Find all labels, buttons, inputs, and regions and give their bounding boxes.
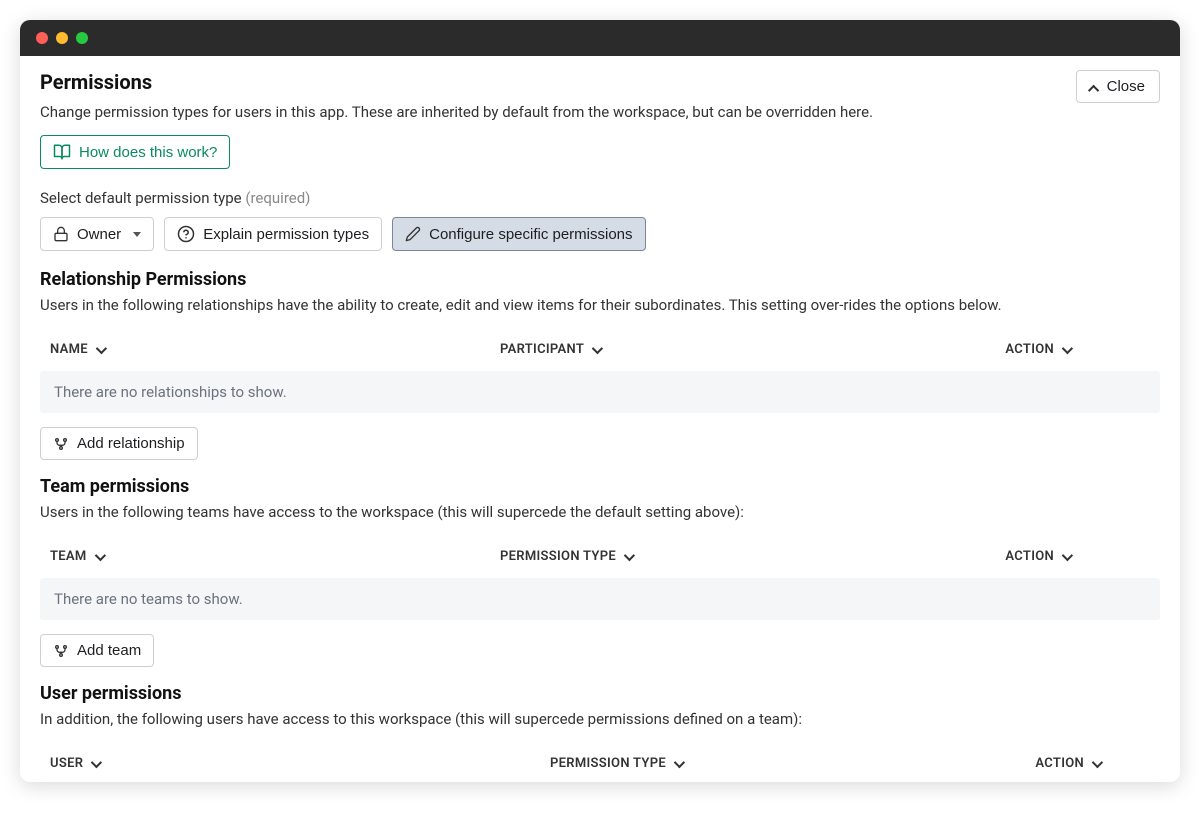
- team-col-action-label: ACTION: [1005, 549, 1054, 564]
- team-empty-row: There are no teams to show.: [40, 578, 1160, 620]
- chevron-up-icon: [1088, 84, 1099, 95]
- titlebar: [20, 20, 1180, 56]
- add-relationship-label: Add relationship: [77, 435, 185, 452]
- traffic-lights: [36, 32, 88, 44]
- page-title: Permissions: [40, 70, 152, 94]
- default-permission-label-row: Select default permission type (required…: [40, 189, 1160, 207]
- relationship-section: Relationship Permissions Users in the fo…: [40, 269, 1160, 460]
- page-description: Change permission types for users in thi…: [40, 103, 1160, 121]
- branch-icon: [53, 643, 69, 659]
- relationship-col-name-label: NAME: [50, 342, 88, 357]
- close-label: Close: [1107, 78, 1145, 95]
- configure-specific-permissions-button[interactable]: Configure specific permissions: [392, 217, 645, 251]
- add-team-label: Add team: [77, 642, 141, 659]
- window-close-button[interactable]: [36, 32, 48, 44]
- relationship-description: Users in the following relationships hav…: [40, 296, 1160, 314]
- user-title: User permissions: [40, 683, 1160, 704]
- team-description: Users in the following teams have access…: [40, 503, 1160, 521]
- user-description: In addition, the following users have ac…: [40, 710, 1160, 728]
- chevron-down-icon: [94, 549, 105, 560]
- pencil-icon: [405, 226, 421, 242]
- configure-label: Configure specific permissions: [429, 226, 632, 243]
- team-col-permission-type[interactable]: PERMISSION TYPE: [500, 549, 950, 564]
- user-table-header: USER PERMISSION TYPE ACTION: [40, 742, 1160, 782]
- user-col-action-label: ACTION: [1035, 756, 1084, 771]
- explain-permission-types-button[interactable]: Explain permission types: [164, 217, 382, 251]
- help-button[interactable]: How does this work?: [40, 135, 230, 169]
- chevron-down-icon: [624, 549, 635, 560]
- add-team-button[interactable]: Add team: [40, 634, 154, 667]
- team-section: Team permissions Users in the following …: [40, 476, 1160, 667]
- caret-down-icon: [133, 232, 141, 237]
- chevron-down-icon: [1092, 756, 1103, 767]
- user-col-action[interactable]: ACTION: [950, 756, 1150, 771]
- chevron-down-icon: [1062, 342, 1073, 353]
- team-col-team[interactable]: TEAM: [50, 549, 500, 564]
- close-button[interactable]: Close: [1076, 70, 1160, 103]
- help-label: How does this work?: [79, 144, 217, 161]
- relationship-table-header: NAME PARTICIPANT ACTION: [40, 328, 1160, 371]
- relationship-title: Relationship Permissions: [40, 269, 1160, 290]
- team-col-permission-type-label: PERMISSION TYPE: [500, 549, 616, 564]
- team-col-team-label: TEAM: [50, 549, 87, 564]
- user-section: User permissions In addition, the follow…: [40, 683, 1160, 782]
- book-icon: [53, 143, 71, 161]
- question-circle-icon: [177, 225, 195, 243]
- owner-label: Owner: [77, 226, 121, 243]
- chevron-down-icon: [592, 342, 603, 353]
- user-col-permission-type-label: PERMISSION TYPE: [550, 756, 666, 771]
- relationship-col-participant[interactable]: PARTICIPANT: [500, 342, 950, 357]
- required-label: (required): [245, 189, 310, 207]
- team-title: Team permissions: [40, 476, 1160, 497]
- relationship-empty-row: There are no relationships to show.: [40, 371, 1160, 413]
- owner-dropdown[interactable]: Owner: [40, 217, 154, 251]
- team-col-action[interactable]: ACTION: [950, 549, 1150, 564]
- window-minimize-button[interactable]: [56, 32, 68, 44]
- relationship-col-participant-label: PARTICIPANT: [500, 342, 584, 357]
- user-col-user[interactable]: USER: [50, 756, 500, 771]
- explain-label: Explain permission types: [203, 226, 369, 243]
- chevron-down-icon: [1062, 549, 1073, 560]
- relationship-col-action[interactable]: ACTION: [950, 342, 1150, 357]
- content: Permissions Close Change permission type…: [20, 56, 1180, 782]
- add-relationship-button[interactable]: Add relationship: [40, 427, 198, 460]
- lock-icon: [53, 226, 69, 242]
- user-col-permission-type[interactable]: PERMISSION TYPE: [500, 756, 950, 771]
- branch-icon: [53, 436, 69, 452]
- relationship-col-action-label: ACTION: [1005, 342, 1054, 357]
- chevron-down-icon: [96, 342, 107, 353]
- user-col-user-label: USER: [50, 756, 83, 771]
- relationship-col-name[interactable]: NAME: [50, 342, 500, 357]
- default-permission-label: Select default permission type: [40, 189, 242, 207]
- chevron-down-icon: [91, 756, 102, 767]
- window-maximize-button[interactable]: [76, 32, 88, 44]
- chevron-down-icon: [674, 756, 685, 767]
- app-window: Permissions Close Change permission type…: [20, 20, 1180, 782]
- team-table-header: TEAM PERMISSION TYPE ACTION: [40, 535, 1160, 578]
